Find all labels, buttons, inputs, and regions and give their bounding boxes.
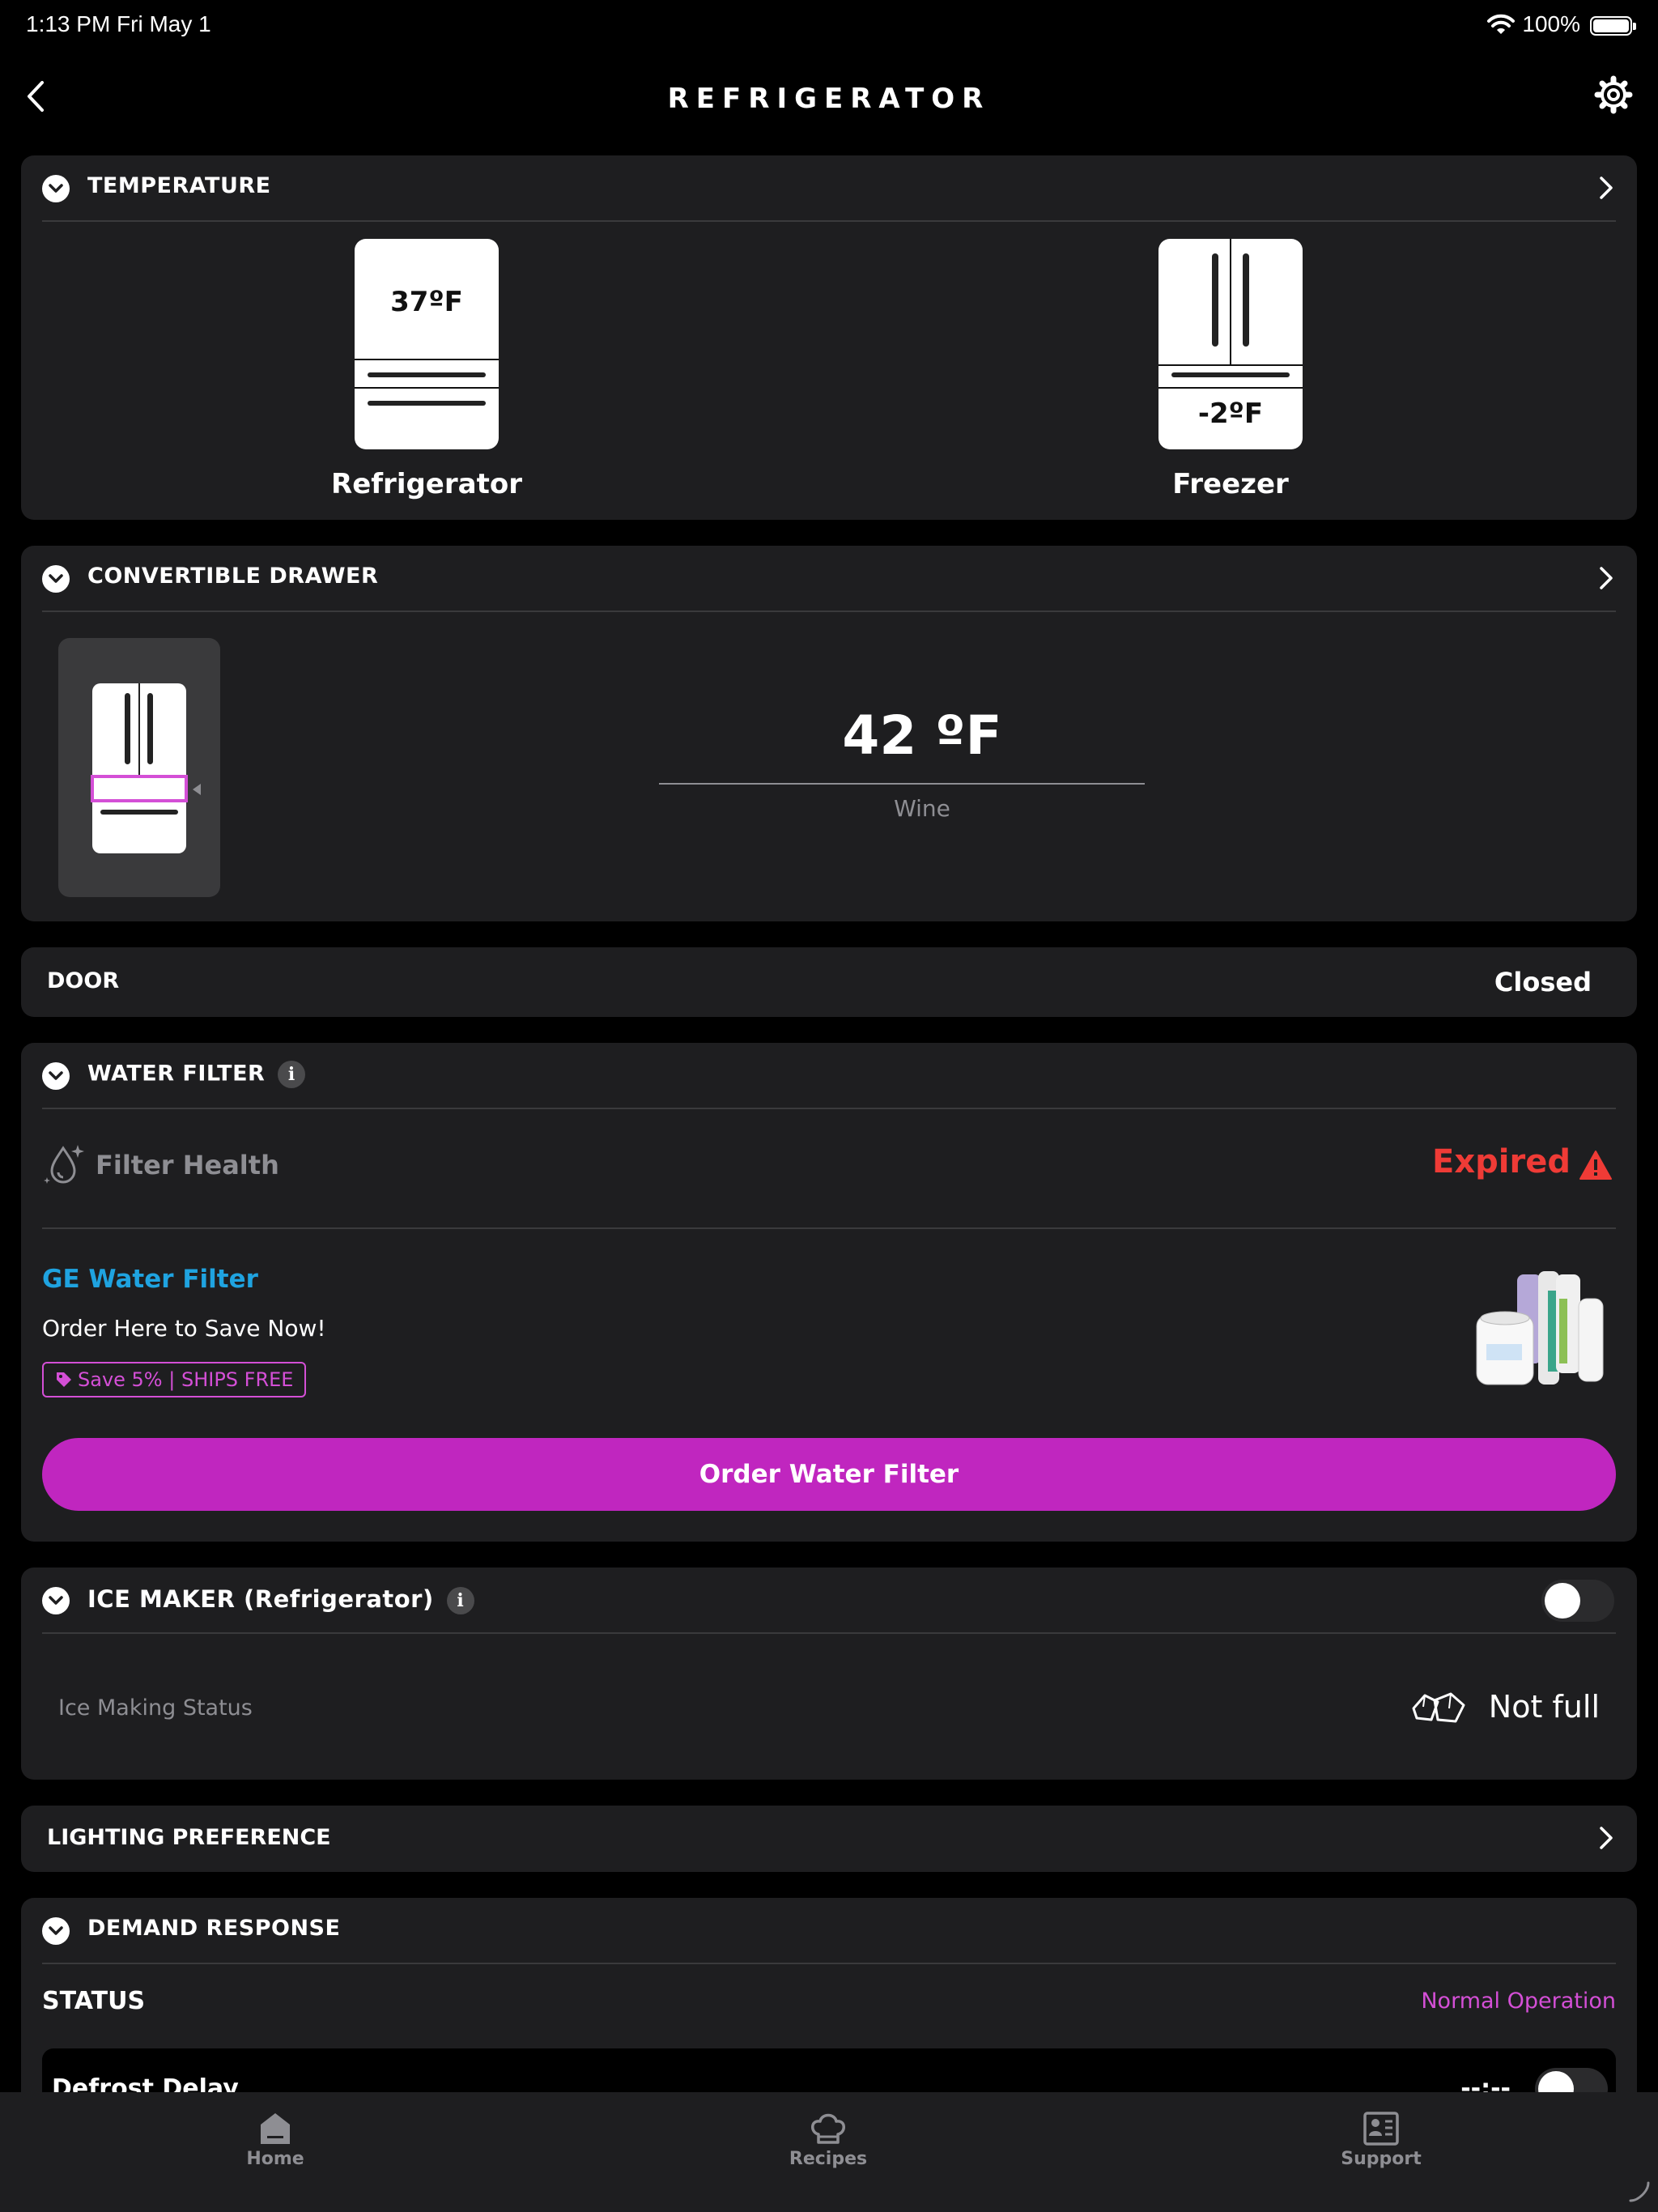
tab-home-label: Home: [246, 2149, 304, 2169]
freezer-label: Freezer: [1172, 468, 1289, 500]
chevron-down-icon[interactable]: [42, 1587, 70, 1614]
water-drop-icon: [44, 1145, 84, 1184]
settings-gear-icon[interactable]: [1593, 74, 1634, 115]
chevron-right-icon[interactable]: [1596, 173, 1616, 202]
lighting-title: LIGHTING PREFERENCE: [47, 1825, 331, 1850]
refrigerator-temp: 37ºF: [390, 286, 463, 318]
status-time: 1:13 PM Fri May 1: [26, 11, 211, 36]
support-icon: [1363, 2112, 1399, 2146]
order-water-filter-button[interactable]: Order Water Filter: [42, 1438, 1616, 1511]
drawer-mode[interactable]: Wine: [659, 795, 1185, 822]
refrigerator-label: Refrigerator: [331, 468, 522, 500]
chevron-down-icon[interactable]: [42, 1917, 70, 1945]
tab-home[interactable]: Home: [194, 2112, 356, 2169]
temperature-card: TEMPERATURE 37ºF Refrigerator -2ºF Freez…: [21, 155, 1637, 520]
resize-handle-icon: [1629, 2181, 1650, 2202]
chevron-right-icon[interactable]: [1596, 564, 1616, 593]
ice-status-value: Not full: [1488, 1689, 1600, 1725]
section-title: CONVERTIBLE DRAWER: [87, 564, 379, 589]
convertible-drawer-card: CONVERTIBLE DRAWER 42 ºF Wine: [21, 546, 1637, 921]
tab-support[interactable]: Support: [1300, 2112, 1462, 2169]
status-bar: 1:13 PM Fri May 1 100%: [0, 0, 1658, 52]
ice-status-label: Ice Making Status: [58, 1695, 253, 1721]
freezer-temp: -2ºF: [1197, 398, 1264, 430]
lighting-preference-card[interactable]: LIGHTING PREFERENCE: [21, 1806, 1637, 1872]
info-icon[interactable]: i: [446, 1587, 474, 1614]
promo-badge: Save 5% | SHIPS FREE: [42, 1362, 307, 1397]
section-title: ICE MAKER (Refrigerator): [87, 1585, 434, 1613]
filter-health-label: Filter Health: [96, 1150, 279, 1180]
info-icon[interactable]: i: [278, 1061, 306, 1088]
order-button-label: Order Water Filter: [699, 1460, 959, 1489]
home-icon: [261, 2113, 290, 2144]
door-card: DOOR Closed: [21, 947, 1637, 1017]
drawer-temp: 42 ºF: [842, 704, 1002, 767]
dr-status-label: STATUS: [42, 1987, 146, 2015]
door-label: DOOR: [47, 968, 120, 993]
chevron-down-icon[interactable]: [42, 565, 70, 593]
drawer-highlight: [91, 775, 188, 802]
refrigerator-temp-tile[interactable]: 37ºF: [355, 239, 499, 449]
chevron-right-icon[interactable]: [1596, 1823, 1616, 1853]
section-title: DEMAND RESPONSE: [87, 1916, 341, 1941]
demand-response-header[interactable]: DEMAND RESPONSE: [42, 1898, 1616, 1964]
tab-recipes-label: Recipes: [789, 2149, 868, 2169]
selection-arrow-icon: [193, 784, 201, 795]
chef-hat-icon: [811, 2113, 845, 2144]
section-title: WATER FILTER: [87, 1061, 266, 1087]
tab-support-label: Support: [1341, 2149, 1422, 2169]
drawer-diagram: [58, 638, 220, 897]
promo-text: Order Here to Save Now!: [42, 1315, 326, 1342]
door-status: Closed: [1494, 967, 1592, 998]
water-filter-card: WATER FILTER i Filter Health Expired GE W…: [21, 1043, 1637, 1542]
section-title: TEMPERATURE: [87, 173, 271, 198]
tag-icon: [57, 1372, 71, 1387]
convertible-drawer-header[interactable]: CONVERTIBLE DRAWER: [42, 546, 1616, 612]
chevron-down-icon[interactable]: [42, 175, 70, 202]
ice-maker-header[interactable]: ICE MAKER (Refrigerator) i: [42, 1568, 1616, 1634]
tab-recipes[interactable]: Recipes: [747, 2112, 909, 2169]
water-filter-product-image: [1476, 1271, 1604, 1385]
ice-maker-card: ICE MAKER (Refrigerator) i Ice Making Sta…: [21, 1568, 1637, 1780]
wifi-icon: [1487, 14, 1515, 34]
nav-bar: REFRIGERATOR: [0, 52, 1658, 141]
ice-cube-icon: [1412, 1692, 1465, 1723]
dr-status-value: Normal Operation: [1421, 1989, 1616, 2014]
ice-maker-toggle[interactable]: [1541, 1580, 1614, 1622]
promo-title[interactable]: GE Water Filter: [42, 1265, 258, 1294]
freezer-temp-tile[interactable]: -2ºF: [1158, 239, 1303, 449]
temperature-header[interactable]: TEMPERATURE: [42, 155, 1616, 222]
tab-bar: Home Recipes Support: [0, 2092, 1658, 2212]
water-filter-header[interactable]: WATER FILTER i: [42, 1043, 1616, 1109]
filter-health-value: Expired: [1432, 1143, 1571, 1180]
page-title: REFRIGERATOR: [667, 83, 991, 115]
battery-percent: 100%: [1522, 11, 1580, 36]
promo-badge-text: Save 5% | SHIPS FREE: [78, 1368, 294, 1391]
battery-icon: [1590, 16, 1636, 36]
chevron-down-icon[interactable]: [42, 1062, 70, 1090]
warning-icon: [1579, 1151, 1612, 1180]
